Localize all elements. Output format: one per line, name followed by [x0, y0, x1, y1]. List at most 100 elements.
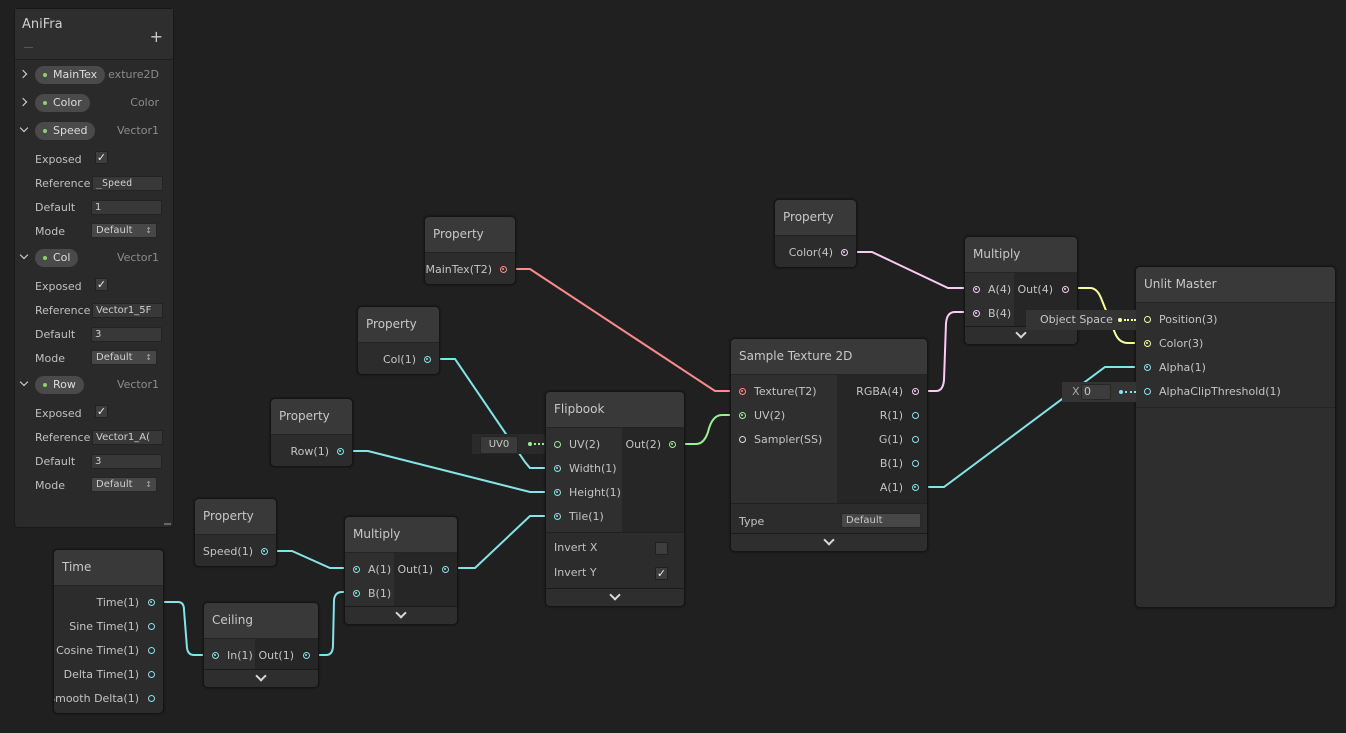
output-port-icon[interactable] [841, 249, 848, 256]
input-port-icon[interactable] [1144, 364, 1151, 371]
input-port-icon[interactable] [739, 388, 746, 395]
mode-select[interactable]: Default [91, 223, 157, 238]
property-type: Color [130, 96, 159, 109]
type-select[interactable]: Default [841, 513, 921, 528]
output-port-icon[interactable] [442, 566, 449, 573]
output-port-icon[interactable] [148, 623, 155, 630]
property-row-row[interactable]: Row Vector1 [15, 374, 173, 396]
property-pill[interactable]: Row [35, 376, 84, 394]
input-port-icon[interactable] [973, 310, 980, 317]
input-port-icon[interactable] [1144, 388, 1151, 395]
property-node-color[interactable]: Property Color(4) [774, 199, 857, 268]
output-port-icon[interactable] [1062, 286, 1069, 293]
exposed-checkbox[interactable]: ✓ [95, 405, 108, 418]
flipbook-node[interactable]: Flipbook UV(2) Width(1) Height(1) Tile(1… [545, 391, 685, 607]
default-row: Default 3 [35, 325, 175, 345]
reference-field[interactable]: _Speed [92, 176, 163, 191]
default-field[interactable]: 3 [91, 327, 162, 342]
collapse-arrow-icon[interactable] [19, 123, 29, 133]
property-node-maintex[interactable]: Property MainTex(T2) [424, 216, 516, 285]
output-port-icon[interactable] [148, 647, 155, 654]
space-select[interactable]: Object Space [1040, 313, 1113, 326]
output-port-icon[interactable] [912, 436, 919, 443]
expand-button[interactable] [731, 533, 927, 551]
mode-select[interactable]: Default [91, 350, 157, 365]
output-port-icon[interactable] [424, 356, 431, 363]
default-field[interactable]: 1 [91, 200, 162, 215]
ceiling-node[interactable]: Ceiling In(1) Out(1) [203, 602, 319, 688]
exposed-checkbox[interactable]: ✓ [95, 278, 108, 291]
add-property-icon[interactable]: + [150, 27, 163, 46]
mode-select[interactable]: Default [91, 477, 157, 492]
output-port-icon[interactable] [148, 695, 155, 702]
default-row: Default 3 [35, 452, 175, 472]
output-port-icon[interactable] [337, 448, 344, 455]
exposed-row: Exposed ✓ [35, 278, 108, 293]
expand-button[interactable] [345, 606, 457, 624]
expand-arrow-icon[interactable] [18, 97, 28, 107]
input-port-icon[interactable] [1144, 316, 1151, 323]
input-port-icon[interactable] [739, 436, 746, 443]
node-title: Unlit Master [1136, 267, 1335, 303]
property-pill[interactable]: Speed [35, 122, 96, 140]
property-pill[interactable]: Color [35, 94, 90, 112]
invert-y-checkbox[interactable]: ✓ [655, 567, 668, 580]
expand-button[interactable] [204, 669, 318, 687]
preview-area[interactable] [1136, 408, 1335, 607]
output-port-icon[interactable] [912, 484, 919, 491]
expand-button[interactable] [546, 588, 684, 606]
property-row-color[interactable]: Color Color [15, 92, 173, 114]
output-port-icon[interactable] [261, 548, 268, 555]
output-port-label: Smooth Delta(1) [53, 692, 139, 705]
exposed-checkbox[interactable]: ✓ [95, 151, 108, 164]
input-port-icon[interactable] [554, 441, 561, 448]
default-field[interactable]: 3 [91, 454, 162, 469]
property-row-maintex[interactable]: MainTex exture2D [15, 64, 173, 86]
unlit-master-node[interactable]: Unlit Master Position(3) Color(3) Alpha(… [1135, 266, 1336, 608]
default-link [1124, 319, 1136, 321]
input-port-icon[interactable] [554, 465, 561, 472]
reference-field[interactable]: Vector1_A( [92, 430, 163, 445]
input-port-icon[interactable] [554, 489, 561, 496]
input-port-icon[interactable] [739, 412, 746, 419]
output-port-label: Col(1) [382, 353, 416, 366]
output-port-label: A(1) [879, 481, 903, 494]
output-port-icon[interactable] [148, 599, 155, 606]
property-node-col[interactable]: Property Col(1) [357, 306, 440, 375]
output-port-icon[interactable] [303, 652, 310, 659]
input-port-icon[interactable] [973, 286, 980, 293]
output-port-icon[interactable] [669, 441, 676, 448]
alpha-clip-field[interactable]: 0 [1081, 384, 1111, 400]
node-title: Property [358, 307, 439, 343]
reference-field[interactable]: Vector1_5F [92, 303, 163, 318]
property-node-speed[interactable]: Property Speed(1) [194, 498, 277, 567]
expand-arrow-icon[interactable] [18, 69, 28, 79]
output-port-icon[interactable] [912, 388, 919, 395]
resize-handle[interactable] [164, 523, 171, 525]
output-port-icon[interactable] [912, 460, 919, 467]
chevron-down-icon [609, 589, 621, 601]
input-port-icon[interactable] [212, 652, 219, 659]
property-row-speed[interactable]: Speed Vector1 [15, 120, 173, 142]
input-port-icon[interactable] [1144, 340, 1151, 347]
input-port-icon[interactable] [353, 590, 360, 597]
output-port-icon[interactable] [912, 412, 919, 419]
input-port-icon[interactable] [353, 566, 360, 573]
property-pill[interactable]: Col [35, 249, 79, 267]
blackboard-header: AniFra + [15, 9, 173, 60]
collapse-arrow-icon[interactable] [19, 377, 29, 387]
property-row-col[interactable]: Col Vector1 [15, 247, 173, 269]
sample-texture-2d-node[interactable]: Sample Texture 2D Texture(T2) UV(2) Samp… [730, 338, 928, 552]
invert-x-checkbox[interactable] [655, 542, 668, 555]
output-port-icon[interactable] [148, 671, 155, 678]
property-type: Vector1 [116, 378, 159, 391]
uv-channel-select[interactable]: UV0 [480, 436, 518, 454]
output-port-icon[interactable] [500, 266, 507, 273]
collapse-arrow-icon[interactable] [19, 250, 29, 260]
multiply-node-1[interactable]: Multiply A(1) B(1) Out(1) [344, 516, 458, 625]
wire-row-height [345, 450, 552, 493]
input-port-icon[interactable] [554, 513, 561, 520]
time-node[interactable]: Time Time(1) Sine Time(1) Cosine Time(1)… [53, 549, 164, 714]
property-node-row[interactable]: Property Row(1) [270, 398, 353, 467]
property-pill[interactable]: MainTex [35, 66, 106, 84]
